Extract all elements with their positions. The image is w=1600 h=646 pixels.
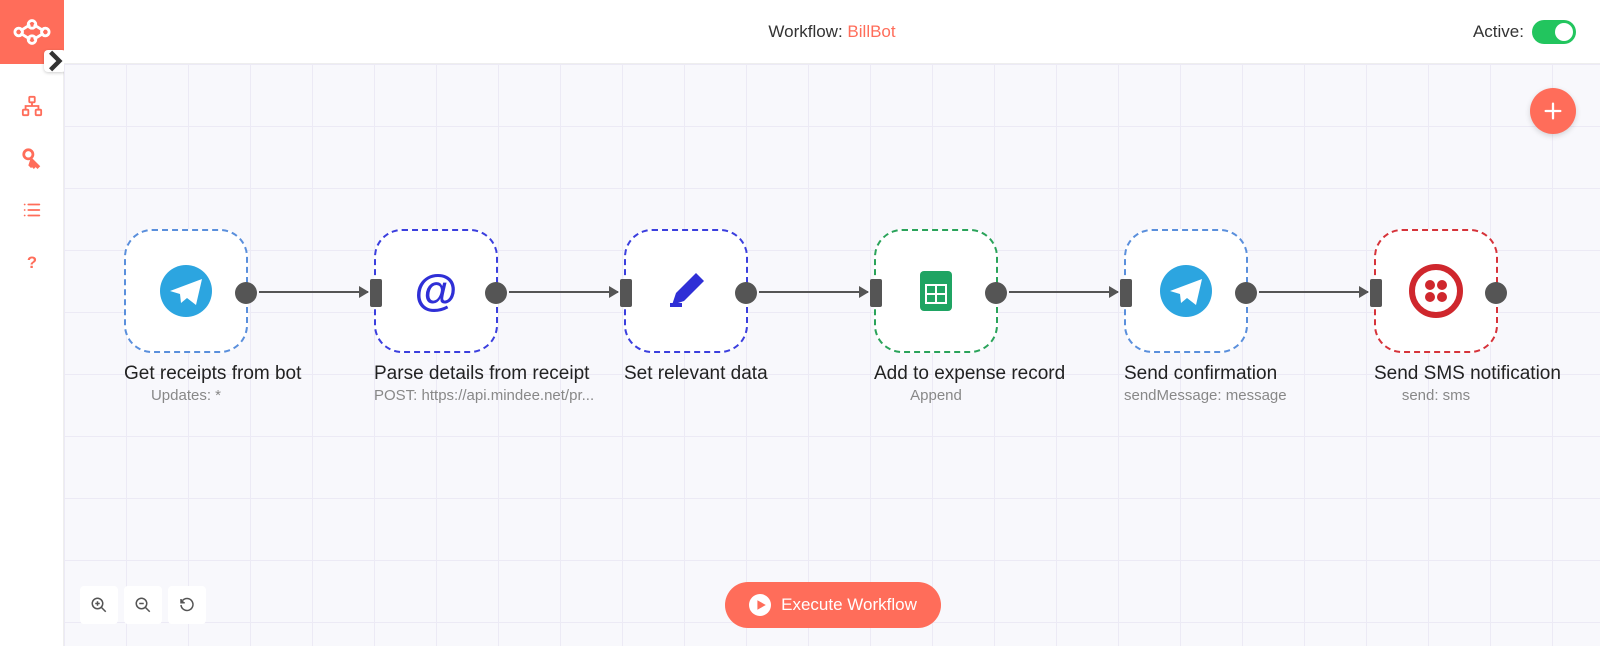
node-box[interactable] bbox=[1124, 229, 1248, 353]
zoom-out-icon bbox=[134, 596, 152, 614]
reset-view-button[interactable] bbox=[168, 586, 206, 624]
node-output-port[interactable] bbox=[735, 282, 757, 304]
node-input-port[interactable] bbox=[620, 279, 632, 307]
node-output-port[interactable] bbox=[1235, 282, 1257, 304]
executions-icon[interactable] bbox=[20, 198, 44, 222]
zoom-in-icon bbox=[90, 596, 108, 614]
plus-icon bbox=[1542, 100, 1564, 122]
node-input-port[interactable] bbox=[870, 279, 882, 307]
play-icon bbox=[749, 594, 771, 616]
node-title: Add to expense record bbox=[874, 363, 998, 385]
node-title: Get receipts from bot bbox=[124, 363, 248, 385]
add-node-button[interactable] bbox=[1530, 88, 1576, 134]
node-input-port[interactable] bbox=[1120, 279, 1132, 307]
node-subtitle: Updates: * bbox=[124, 387, 248, 404]
workflow-node[interactable]: Get receipts from bot Updates: * bbox=[124, 229, 248, 404]
at-icon: @ bbox=[408, 263, 464, 319]
sidebar-expand-button[interactable] bbox=[44, 50, 66, 72]
node-output-port[interactable] bbox=[485, 282, 507, 304]
edit-icon bbox=[658, 263, 714, 319]
svg-text:@: @ bbox=[415, 266, 458, 315]
canvas-tools bbox=[80, 586, 206, 624]
connector[interactable] bbox=[1009, 291, 1118, 293]
connector[interactable] bbox=[1259, 291, 1368, 293]
app-logo[interactable] bbox=[0, 0, 64, 64]
node-subtitle: sendMessage: message bbox=[1124, 387, 1248, 404]
workflow-label: Workflow: bbox=[768, 22, 847, 41]
header: Workflow: BillBot Active: bbox=[64, 0, 1600, 64]
workflow-node[interactable]: Add to expense record Append bbox=[874, 229, 998, 404]
zoom-out-button[interactable] bbox=[124, 586, 162, 624]
reset-icon bbox=[178, 596, 196, 614]
node-subtitle: POST: https://api.mindee.net/pr... bbox=[374, 387, 498, 404]
node-input-port[interactable] bbox=[370, 279, 382, 307]
node-box[interactable] bbox=[624, 229, 748, 353]
workflow-canvas[interactable]: Get receipts from bot Updates: * @ Parse de… bbox=[64, 64, 1600, 646]
active-toggle[interactable] bbox=[1532, 20, 1576, 44]
svg-text:?: ? bbox=[26, 253, 36, 272]
credentials-icon[interactable] bbox=[20, 146, 44, 170]
telegram-icon bbox=[1158, 263, 1214, 319]
node-title: Set relevant data bbox=[624, 363, 748, 385]
node-output-port[interactable] bbox=[235, 282, 257, 304]
workflow-title[interactable]: Workflow: BillBot bbox=[768, 22, 895, 42]
node-title: Send SMS notification bbox=[1374, 363, 1498, 385]
node-box[interactable] bbox=[124, 229, 248, 353]
connector[interactable] bbox=[509, 291, 618, 293]
workflow-node[interactable]: Set relevant data bbox=[624, 229, 748, 385]
twilio-icon bbox=[1408, 263, 1464, 319]
connector[interactable] bbox=[759, 291, 868, 293]
execute-workflow-button[interactable]: Execute Workflow bbox=[725, 582, 941, 628]
zoom-in-button[interactable] bbox=[80, 586, 118, 624]
chevron-right-icon bbox=[44, 42, 66, 80]
sheets-icon bbox=[908, 263, 964, 319]
node-box[interactable] bbox=[1374, 229, 1498, 353]
node-output-port[interactable] bbox=[985, 282, 1007, 304]
node-box[interactable] bbox=[874, 229, 998, 353]
workflow-node[interactable]: Send SMS notification send: sms bbox=[1374, 229, 1498, 404]
node-box[interactable]: @ bbox=[374, 229, 498, 353]
workflow-node[interactable]: @ Parse details from receipt POST: https:/… bbox=[374, 229, 498, 404]
node-title: Parse details from receipt bbox=[374, 363, 498, 385]
node-subtitle: send: sms bbox=[1374, 387, 1498, 404]
telegram-icon bbox=[158, 263, 214, 319]
execute-label: Execute Workflow bbox=[781, 595, 917, 615]
workflows-icon[interactable] bbox=[20, 94, 44, 118]
help-icon[interactable]: ? bbox=[20, 250, 44, 274]
workflow-name: BillBot bbox=[847, 22, 895, 41]
node-title: Send confirmation bbox=[1124, 363, 1248, 385]
node-output-port[interactable] bbox=[1485, 282, 1507, 304]
node-subtitle: Append bbox=[874, 387, 998, 404]
node-input-port[interactable] bbox=[1370, 279, 1382, 307]
workflow-node[interactable]: Send confirmation sendMessage: message bbox=[1124, 229, 1248, 404]
active-label: Active: bbox=[1473, 22, 1524, 42]
sidebar: ? bbox=[0, 0, 64, 646]
connector[interactable] bbox=[259, 291, 368, 293]
